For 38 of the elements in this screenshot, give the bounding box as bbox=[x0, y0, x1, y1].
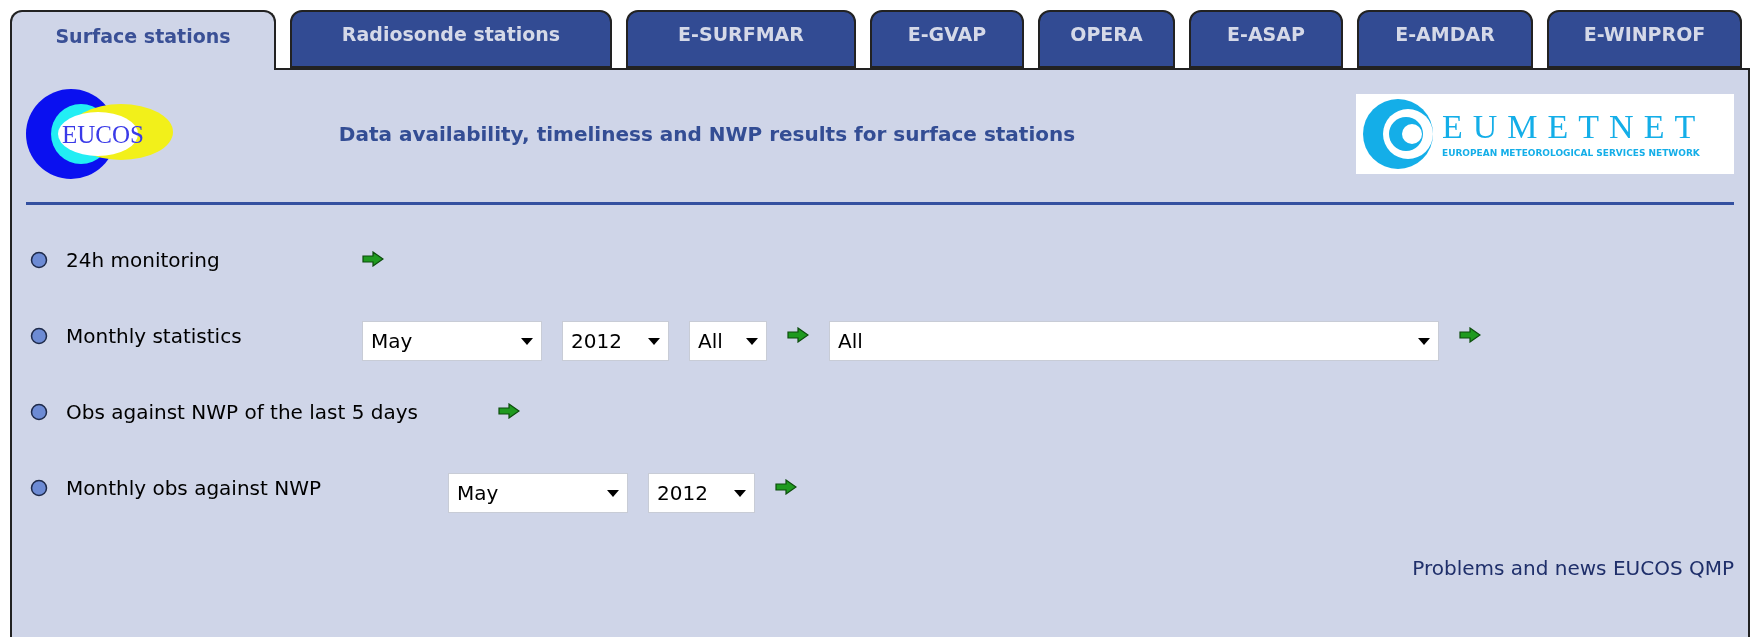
arrow-right-icon[interactable] bbox=[775, 479, 797, 495]
caret-icon bbox=[1418, 337, 1430, 345]
tab[interactable]: E-GVAP bbox=[870, 10, 1024, 68]
option-label: Monthly statistics bbox=[66, 323, 243, 350]
caret-icon bbox=[607, 489, 619, 497]
caret-icon bbox=[648, 337, 660, 345]
tab[interactable]: Radiosonde stations bbox=[290, 10, 612, 68]
arrow-right-icon[interactable] bbox=[362, 251, 384, 267]
dropdown-select[interactable]: All bbox=[829, 321, 1439, 361]
tab[interactable]: E-SURFMAR bbox=[626, 10, 856, 68]
tab[interactable]: E-ASAP bbox=[1189, 10, 1343, 68]
arrow-right-icon[interactable] bbox=[787, 327, 809, 343]
logo-tagline: EUROPEAN METEOROLOGICAL SERVICES NETWORK bbox=[1442, 147, 1701, 161]
bullet-icon bbox=[30, 479, 48, 497]
tab[interactable]: E-WINPROF bbox=[1547, 10, 1742, 68]
arrow-right-icon[interactable] bbox=[498, 403, 520, 419]
dropdown-select[interactable]: May bbox=[448, 473, 628, 513]
tab[interactable]: E-AMDAR bbox=[1357, 10, 1533, 68]
page-title: Data availability, timeliness and NWP results for surface stations bbox=[338, 121, 1076, 148]
dropdown-select[interactable]: May bbox=[362, 321, 542, 361]
tab[interactable]: OPERA bbox=[1038, 10, 1175, 68]
bullet-icon bbox=[30, 251, 48, 269]
news-link[interactable]: Problems and news EUCOS QMP bbox=[1412, 553, 1734, 583]
dropdown-select[interactable]: 2012 bbox=[648, 473, 755, 513]
option-label: 24h monitoring bbox=[66, 247, 221, 274]
bullet-icon bbox=[30, 327, 48, 345]
logo-name: EUMETNET bbox=[1442, 107, 1706, 148]
dropdown-select[interactable]: 2012 bbox=[562, 321, 669, 361]
dropdown-select[interactable]: All bbox=[689, 321, 767, 361]
rings-icon bbox=[1362, 98, 1434, 170]
caret-icon bbox=[746, 337, 758, 345]
option-label: Monthly obs against NWP bbox=[66, 475, 322, 502]
caret-icon bbox=[734, 489, 746, 497]
caret-icon bbox=[521, 337, 533, 345]
tab[interactable]: Surface stations bbox=[10, 10, 276, 70]
arrow-right-icon[interactable] bbox=[1459, 327, 1481, 343]
option-label: Obs against NWP of the last 5 days bbox=[66, 399, 419, 426]
bullet-icon bbox=[30, 403, 48, 421]
